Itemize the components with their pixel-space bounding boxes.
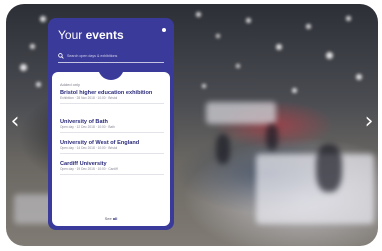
visitor-figure bbox=[316, 144, 342, 192]
ceiling-light bbox=[236, 64, 240, 68]
exhibition-booth bbox=[256, 154, 374, 224]
visitor-figure bbox=[266, 124, 278, 150]
panel-title-prefix: Your bbox=[58, 28, 83, 42]
events-panel: Your events Added only Bristol higher ed… bbox=[48, 18, 174, 230]
see-all-link[interactable]: See all bbox=[52, 216, 170, 221]
event-detail: Exhibition · 28 Nov 2018 · 10:00 · Brist… bbox=[60, 96, 118, 101]
ceiling-light bbox=[326, 52, 333, 59]
list-item[interactable]: Bristol higher education exhibition Exhi… bbox=[60, 90, 164, 104]
panel-title-strong: events bbox=[85, 28, 124, 42]
ceiling-light bbox=[356, 74, 362, 80]
event-detail: Open day · 19 Dec 2018 · 10:00 · Cardiff bbox=[60, 167, 118, 172]
see-all-prefix: See bbox=[104, 216, 112, 221]
ceiling-light bbox=[36, 82, 41, 87]
ceiling-light bbox=[292, 88, 297, 93]
chevron-right-icon[interactable]: › bbox=[362, 111, 376, 133]
search-bar bbox=[58, 50, 164, 63]
ceiling-light bbox=[20, 64, 27, 71]
ceiling-light bbox=[216, 34, 220, 38]
ceiling-light bbox=[276, 44, 282, 50]
list-item[interactable]: University of Bath Open day · 12 Dec 201… bbox=[60, 119, 164, 133]
list-item[interactable]: Cardiff University Open day · 19 Dec 201… bbox=[60, 161, 164, 175]
event-detail: Open day · 12 Dec 2018 · 10:00 · Bath bbox=[60, 125, 115, 130]
ceiling-light bbox=[202, 84, 206, 88]
see-all-strong: all bbox=[112, 216, 118, 221]
ceiling-light bbox=[196, 12, 201, 17]
search-input[interactable] bbox=[67, 54, 163, 58]
chevron-left-icon[interactable]: ‹ bbox=[8, 111, 22, 133]
ceiling-light bbox=[30, 44, 35, 49]
events-list: Added only Bristol higher education exhi… bbox=[52, 72, 170, 226]
ceiling-light bbox=[246, 18, 251, 23]
list-heading: Added only bbox=[60, 82, 81, 87]
exhibition-booth bbox=[206, 102, 276, 124]
panel-title: Your events bbox=[58, 28, 124, 42]
ceiling-light bbox=[40, 16, 46, 22]
event-detail: Open day · 14 Dec 2018 · 10:00 · Bristol bbox=[60, 146, 118, 151]
visitor-figure bbox=[216, 134, 230, 164]
search-icon bbox=[58, 53, 64, 59]
dot-icon[interactable] bbox=[162, 28, 166, 32]
ceiling-light bbox=[346, 16, 351, 21]
list-item[interactable]: University of West of England Open day ·… bbox=[60, 140, 164, 154]
ceiling-light bbox=[306, 24, 311, 29]
